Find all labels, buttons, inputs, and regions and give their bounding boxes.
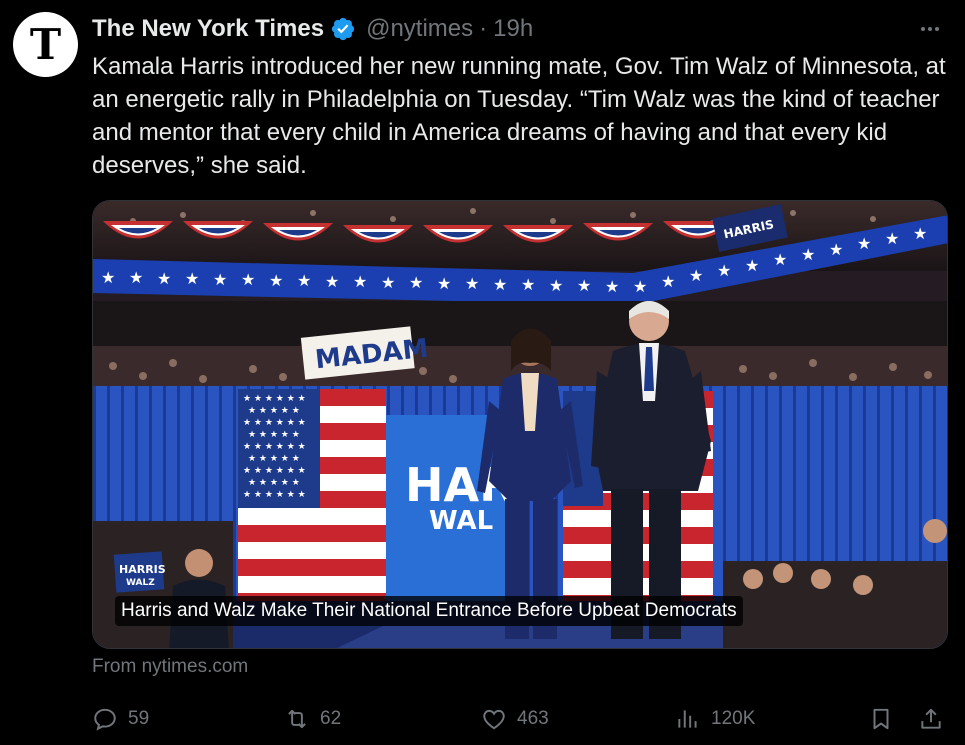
share-icon bbox=[921, 708, 941, 729]
card-source[interactable]: From nytimes.com bbox=[92, 656, 248, 678]
svg-text:★: ★ bbox=[633, 277, 647, 296]
sign-harris-left: HARRIS bbox=[119, 563, 166, 576]
svg-text:★ ★ ★ ★ ★ ★: ★ ★ ★ ★ ★ ★ bbox=[243, 466, 306, 476]
svg-text:★: ★ bbox=[241, 270, 255, 289]
svg-text:★: ★ bbox=[269, 271, 283, 290]
account-handle[interactable]: @nytimes bbox=[366, 15, 473, 43]
share-button[interactable] bbox=[918, 703, 944, 735]
svg-text:★: ★ bbox=[689, 266, 703, 285]
views-icon bbox=[678, 710, 697, 728]
svg-text:★: ★ bbox=[297, 271, 311, 290]
svg-text:★: ★ bbox=[101, 268, 115, 287]
reply-icon bbox=[94, 708, 116, 731]
tweet-header: The New York Times @nytimes · 19h bbox=[92, 14, 945, 44]
svg-text:★: ★ bbox=[213, 270, 227, 289]
repost-button[interactable]: 62 bbox=[284, 703, 341, 735]
svg-text:★: ★ bbox=[773, 250, 787, 269]
repost-count: 62 bbox=[320, 708, 342, 729]
svg-text:★: ★ bbox=[577, 276, 591, 295]
more-icon[interactable] bbox=[915, 14, 945, 44]
svg-text:★: ★ bbox=[801, 245, 815, 264]
separator-dot: · bbox=[479, 15, 488, 42]
svg-text:★: ★ bbox=[409, 273, 423, 292]
svg-text:★: ★ bbox=[157, 269, 171, 288]
link-card[interactable]: ★ ★ ★ ★ ★ ★ ★ ★ ★ ★ ★ ★ ★ ★ ★ ★ ★ ★ ★ ★ ★ ★ ★ ★ ★ ★ ★ ★ ★ ★ MADAM ★ ★… bbox=[92, 200, 948, 649]
svg-text:★: ★ bbox=[717, 261, 731, 280]
svg-text:★ ★ ★ ★ ★ ★: ★ ★ ★ ★ ★ ★ bbox=[243, 442, 306, 452]
svg-text:★: ★ bbox=[129, 268, 143, 287]
like-button[interactable]: 463 bbox=[481, 703, 549, 735]
sign-walz-podium: WAL bbox=[429, 506, 493, 536]
timestamp[interactable]: 19h bbox=[493, 15, 533, 43]
like-count: 463 bbox=[517, 708, 549, 729]
svg-text:★: ★ bbox=[353, 272, 367, 291]
tweet-text: Kamala Harris introduced her new running… bbox=[92, 53, 946, 179]
card-caption: Harris and Walz Make Their National Entr… bbox=[115, 596, 743, 626]
svg-text:★ ★ ★ ★ ★ ★: ★ ★ ★ ★ ★ ★ bbox=[243, 490, 306, 500]
account-name[interactable]: The New York Times bbox=[92, 15, 324, 43]
sign-walz-left: WALZ bbox=[126, 578, 155, 588]
svg-text:★ ★ ★ ★ ★: ★ ★ ★ ★ ★ bbox=[248, 478, 300, 488]
svg-text:★ ★ ★ ★ ★: ★ ★ ★ ★ ★ bbox=[248, 406, 300, 416]
action-bar: 59 62 463 120K bbox=[92, 703, 949, 735]
article-photo: ★ ★ ★ ★ ★ ★ ★ ★ ★ ★ ★ ★ ★ ★ ★ ★ ★ ★ ★ ★ ★ ★ ★ ★ ★ ★ ★ ★ ★ ★ MADAM ★ ★… bbox=[93, 201, 947, 648]
verified-badge-icon[interactable] bbox=[330, 16, 356, 42]
views-button[interactable]: 120K bbox=[675, 703, 755, 735]
repost-icon bbox=[288, 709, 306, 729]
reply-count: 59 bbox=[128, 708, 150, 729]
svg-text:★: ★ bbox=[549, 276, 563, 295]
svg-text:★: ★ bbox=[885, 229, 899, 248]
svg-text:★: ★ bbox=[465, 274, 479, 293]
nyt-logo-letter: T bbox=[29, 19, 62, 69]
svg-text:★: ★ bbox=[857, 234, 871, 253]
reply-button[interactable]: 59 bbox=[92, 703, 149, 735]
bookmark-button[interactable] bbox=[868, 703, 894, 735]
svg-text:★: ★ bbox=[913, 224, 927, 243]
svg-text:★ ★ ★ ★ ★ ★: ★ ★ ★ ★ ★ ★ bbox=[243, 418, 306, 428]
svg-text:★: ★ bbox=[381, 273, 395, 292]
svg-text:★: ★ bbox=[325, 272, 339, 291]
svg-text:★: ★ bbox=[605, 277, 619, 296]
svg-text:★: ★ bbox=[437, 274, 451, 293]
svg-text:★: ★ bbox=[661, 272, 675, 291]
bookmark-icon bbox=[873, 708, 889, 730]
svg-text:★: ★ bbox=[185, 269, 199, 288]
views-count: 120K bbox=[711, 708, 756, 729]
svg-text:★ ★ ★ ★ ★ ★: ★ ★ ★ ★ ★ ★ bbox=[243, 394, 306, 404]
svg-text:★: ★ bbox=[493, 275, 507, 294]
svg-text:★: ★ bbox=[521, 275, 535, 294]
svg-text:★: ★ bbox=[829, 240, 843, 259]
like-icon bbox=[483, 709, 505, 730]
svg-text:★ ★ ★ ★ ★: ★ ★ ★ ★ ★ bbox=[248, 454, 300, 464]
svg-text:★: ★ bbox=[745, 256, 759, 275]
nyt-avatar[interactable]: T bbox=[13, 12, 78, 77]
svg-text:★ ★ ★ ★ ★: ★ ★ ★ ★ ★ bbox=[248, 430, 300, 440]
